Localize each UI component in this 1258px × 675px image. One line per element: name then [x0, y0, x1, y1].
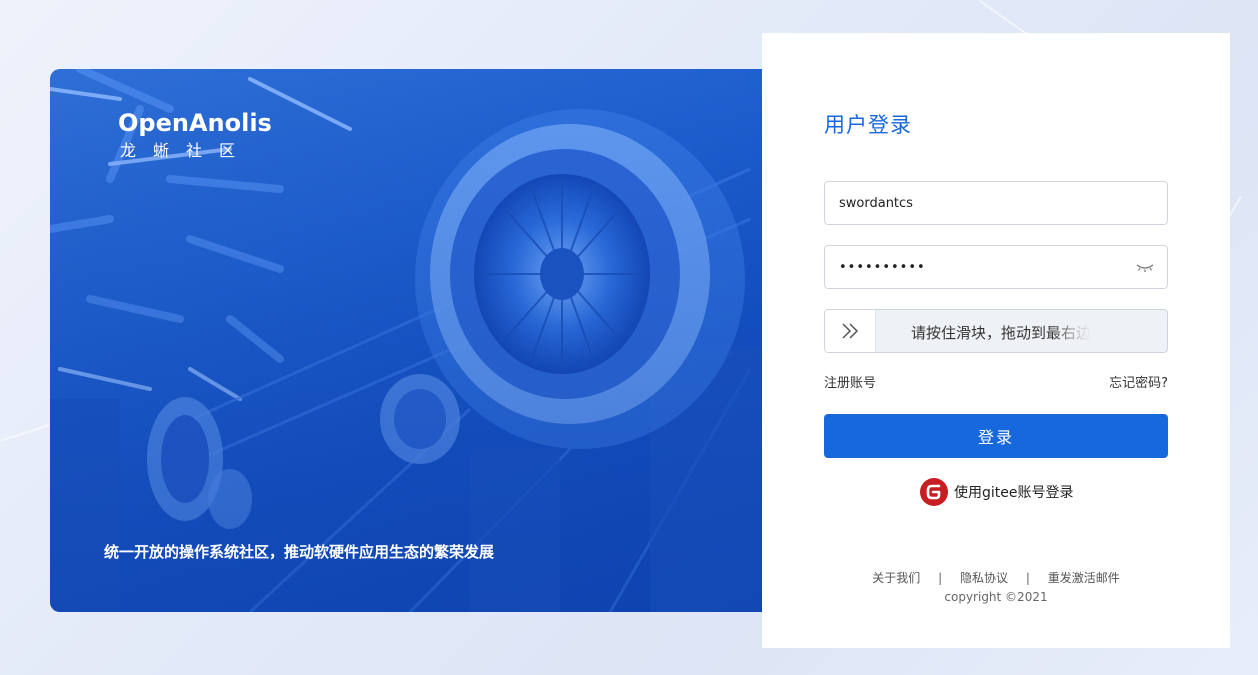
footer-separator: |	[938, 571, 943, 585]
gitee-login-link[interactable]: 使用gitee账号登录	[920, 478, 1074, 506]
hero-slogan: 统一开放的操作系统社区，推动软硬件应用生态的繁荣发展	[104, 543, 495, 561]
password-field[interactable]	[824, 245, 1168, 289]
privacy-policy-link[interactable]: 隐私协议	[960, 571, 1008, 585]
eye-closed-icon[interactable]	[1135, 259, 1155, 275]
about-us-link[interactable]: 关于我们	[872, 571, 920, 585]
slider-handle[interactable]	[825, 310, 876, 352]
logo-text-cn: 龙蜥社区	[120, 141, 253, 160]
password-input[interactable]	[839, 246, 1129, 288]
footer-links: 关于我们 | 隐私协议 | 重发激活邮件	[762, 569, 1230, 586]
forgot-password-link[interactable]: 忘记密码?	[1109, 372, 1168, 391]
hero-panel: OpenAnolis 龙蜥社区 统一开放的操作系统社区，推动软硬件应用生态的繁荣…	[50, 69, 762, 612]
openanolis-logo: OpenAnolis 龙蜥社区	[118, 109, 272, 162]
login-button[interactable]: 登录	[824, 414, 1168, 458]
copyright-text: copyright ©2021	[944, 590, 1048, 604]
slider-captcha[interactable]: 请按住滑块，拖动到最右边	[824, 309, 1168, 353]
register-link[interactable]: 注册账号	[824, 372, 876, 391]
username-input[interactable]	[839, 182, 1129, 224]
slider-hint-text: 请按住滑块，拖动到最右边	[911, 324, 1092, 342]
double-chevron-right-icon	[842, 323, 859, 339]
login-title: 用户登录	[824, 113, 912, 137]
login-panel: 用户登录 请按住滑块，拖动到最右边 注册账号 忘记密码? 登录	[762, 33, 1230, 648]
resend-activation-link[interactable]: 重发激活邮件	[1048, 571, 1120, 585]
footer-separator: |	[1025, 571, 1030, 585]
gitee-login-label: 使用gitee账号登录	[954, 485, 1074, 501]
username-field[interactable]	[824, 181, 1168, 225]
logo-text-en: OpenAnolis	[118, 109, 272, 137]
gitee-logo-icon	[920, 478, 948, 506]
